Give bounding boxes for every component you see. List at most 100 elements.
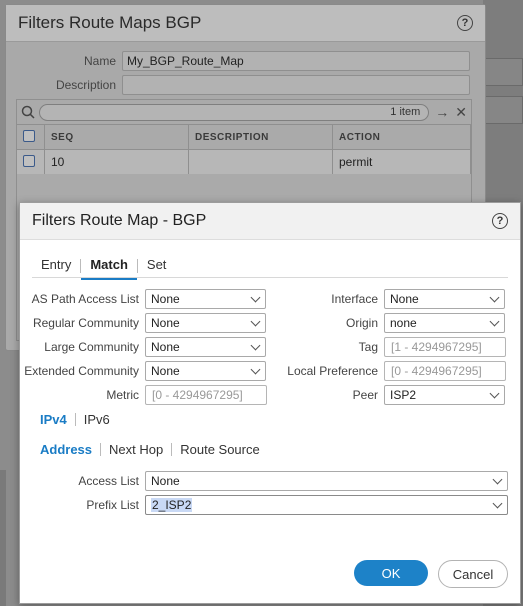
metric-field[interactable]: [0 - 4294967295] xyxy=(145,385,267,405)
ok-button[interactable]: OK xyxy=(354,560,428,586)
modal-tabs: Entry Match Set xyxy=(32,253,508,280)
description-label: Description xyxy=(55,78,116,92)
tag-row: Tag [1 - 4294967295] xyxy=(272,337,506,357)
extended-community-value: None xyxy=(151,364,180,378)
prefix-list-value: 2_ISP2 xyxy=(151,498,193,512)
peer-value: ISP2 xyxy=(390,388,417,402)
action-cell[interactable]: permit xyxy=(332,149,471,174)
as-path-value: None xyxy=(151,292,180,306)
grid-search-input[interactable]: 1 item xyxy=(39,103,430,121)
background-field xyxy=(483,96,523,124)
column-header-seq[interactable]: SEQ xyxy=(44,125,189,150)
chevron-down-icon xyxy=(489,388,500,399)
column-header-action[interactable]: ACTION xyxy=(332,125,471,150)
as-path-row: AS Path Access List None xyxy=(20,289,266,309)
clear-icon[interactable]: ✕ xyxy=(455,104,467,121)
tab-route-source[interactable]: Route Source xyxy=(172,442,268,457)
description-cell[interactable] xyxy=(188,149,333,174)
search-icon[interactable] xyxy=(21,105,35,119)
description-row: Description xyxy=(6,75,470,95)
grid-search-bar: 1 item → ✕ xyxy=(17,100,471,125)
tag-field[interactable]: [1 - 4294967295] xyxy=(384,337,506,357)
interface-row: Interface None xyxy=(272,289,505,309)
as-path-select[interactable]: None xyxy=(145,289,266,309)
chevron-down-icon xyxy=(489,316,500,327)
chevron-down-icon xyxy=(489,292,500,303)
peer-label: Peer xyxy=(352,388,378,402)
extended-community-label: Extended Community xyxy=(24,364,139,378)
background-page-left xyxy=(0,470,6,606)
chevron-down-icon xyxy=(250,364,261,375)
prefix-list-row: Prefix List 2_ISP2 xyxy=(20,495,508,515)
tab-entry[interactable]: Entry xyxy=(32,253,80,276)
access-list-select[interactable]: None xyxy=(145,471,508,491)
chevron-down-icon xyxy=(250,292,261,303)
large-community-row: Large Community None xyxy=(20,337,266,357)
address-tabs: Address Next Hop Route Source xyxy=(40,442,268,457)
chevron-down-icon xyxy=(492,498,503,509)
item-count: 1 item xyxy=(390,106,421,118)
tag-label: Tag xyxy=(358,340,378,354)
extended-community-row: Extended Community None xyxy=(20,361,266,381)
route-map-modal: Filters Route Map - BGP ? Entry Match Se… xyxy=(19,202,521,604)
description-field[interactable] xyxy=(122,75,470,95)
access-list-row: Access List None xyxy=(20,471,508,491)
interface-select[interactable]: None xyxy=(384,289,505,309)
extended-community-select[interactable]: None xyxy=(145,361,266,381)
local-preference-row: Local Preference [0 - 4294967295] xyxy=(272,361,506,381)
peer-select[interactable]: ISP2 xyxy=(384,385,505,405)
as-path-label: AS Path Access List xyxy=(31,292,139,306)
regular-community-value: None xyxy=(151,316,180,330)
interface-label: Interface xyxy=(331,292,378,306)
modal-header: Filters Route Map - BGP ? xyxy=(20,203,520,240)
tab-set[interactable]: Set xyxy=(138,253,176,276)
column-header-description[interactable]: DESCRIPTION xyxy=(188,125,333,150)
help-icon[interactable]: ? xyxy=(492,213,508,229)
access-list-label: Access List xyxy=(78,474,139,488)
tab-match[interactable]: Match xyxy=(81,253,137,280)
row-checkbox[interactable] xyxy=(23,154,35,167)
large-community-value: None xyxy=(151,340,180,354)
name-row: Name My_BGP_Route_Map xyxy=(6,51,470,71)
tab-ipv4[interactable]: IPv4 xyxy=(40,412,75,427)
origin-select[interactable]: none xyxy=(384,313,505,333)
select-all-cell xyxy=(17,125,45,150)
tab-next-hop[interactable]: Next Hop xyxy=(101,442,171,457)
cancel-button[interactable]: Cancel xyxy=(438,560,508,588)
origin-value: none xyxy=(390,316,417,330)
name-label: Name xyxy=(83,54,116,68)
access-list-value: None xyxy=(151,474,180,488)
peer-row: Peer ISP2 xyxy=(272,385,505,405)
table-header-row: SEQ DESCRIPTION ACTION xyxy=(17,125,471,150)
route-maps-dialog-header: Filters Route Maps BGP ? xyxy=(6,5,485,42)
tab-address[interactable]: Address xyxy=(40,442,100,457)
chevron-down-icon xyxy=(492,474,503,485)
origin-label: Origin xyxy=(345,316,378,330)
row-select-cell xyxy=(17,149,45,174)
table-row[interactable]: 10 permit xyxy=(17,149,471,174)
name-field[interactable]: My_BGP_Route_Map xyxy=(122,51,470,71)
route-maps-dialog-title: Filters Route Maps BGP xyxy=(18,13,202,32)
background-field xyxy=(483,58,523,86)
chevron-down-icon xyxy=(250,340,261,351)
large-community-select[interactable]: None xyxy=(145,337,266,357)
route-map-table: SEQ DESCRIPTION ACTION 10 permit xyxy=(17,125,471,174)
metric-label: Metric xyxy=(106,388,139,402)
regular-community-label: Regular Community xyxy=(32,316,139,330)
prefix-list-label: Prefix List xyxy=(86,498,139,512)
regular-community-row: Regular Community None xyxy=(20,313,266,333)
ip-version-tabs: IPv4 IPv6 xyxy=(40,412,118,427)
regular-community-select[interactable]: None xyxy=(145,313,266,333)
arrow-right-icon[interactable]: → xyxy=(435,104,449,120)
select-all-checkbox[interactable] xyxy=(23,129,35,142)
help-icon[interactable]: ? xyxy=(457,15,473,31)
local-preference-label: Local Preference xyxy=(287,364,378,378)
chevron-down-icon xyxy=(250,316,261,327)
metric-row: Metric [0 - 4294967295] xyxy=(20,385,267,405)
seq-cell[interactable]: 10 xyxy=(44,149,189,174)
prefix-list-select[interactable]: 2_ISP2 xyxy=(145,495,508,515)
origin-row: Origin none xyxy=(272,313,505,333)
interface-value: None xyxy=(390,292,419,306)
local-preference-field[interactable]: [0 - 4294967295] xyxy=(384,361,506,381)
tab-ipv6[interactable]: IPv6 xyxy=(76,412,118,427)
